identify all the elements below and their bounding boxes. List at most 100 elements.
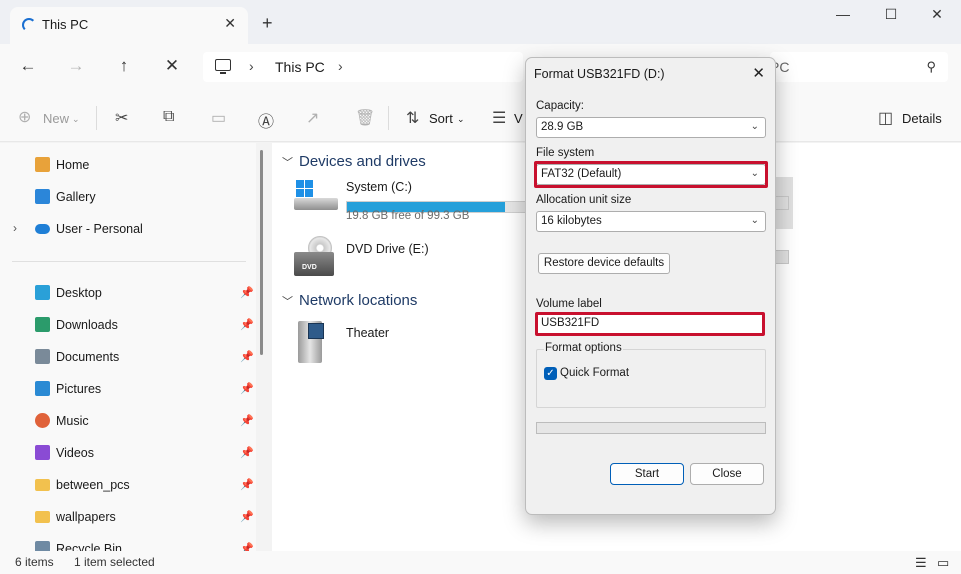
tiles-view-icon[interactable]: ▭ <box>937 555 949 571</box>
drive-free-space: 19.8 GB free of 99.3 GB <box>346 210 470 222</box>
breadcrumb-separator[interactable]: › <box>338 58 343 74</box>
quick-format-checkbox[interactable]: ✓ <box>544 367 557 380</box>
paste-icon[interactable]: ▭ <box>211 108 226 128</box>
nav-item-label: User - Personal <box>56 222 143 236</box>
copy-icon[interactable]: ⧉ <box>163 108 174 126</box>
share-icon[interactable]: ↗ <box>306 108 319 128</box>
address-bar[interactable]: › This PC › <box>203 52 523 82</box>
nav-item-label: Gallery <box>56 190 96 204</box>
nav-item-label: wallpapers <box>56 510 116 524</box>
capacity-select[interactable]: 28.9 GB ⌄ <box>536 117 766 138</box>
view-button[interactable]: V <box>514 111 523 126</box>
capacity-label: Capacity: <box>536 100 584 112</box>
nav-item-user-personal[interactable]: › User - Personal <box>0 215 256 243</box>
dialog-close-icon[interactable]: ✕ <box>752 64 765 82</box>
up-button[interactable]: ↑ <box>111 56 137 76</box>
new-button[interactable]: New <box>43 111 69 126</box>
network-location-name: Theater <box>346 326 390 340</box>
close-button[interactable]: Close <box>690 463 764 485</box>
sort-chevron-icon[interactable]: ⌄ <box>457 114 465 125</box>
nav-item-label: Documents <box>56 350 120 364</box>
stop-button[interactable]: ✕ <box>159 56 185 76</box>
allocation-unit-select[interactable]: 16 kilobytes ⌄ <box>536 211 766 232</box>
nav-item-desktop[interactable]: Desktop 📌 <box>0 279 256 307</box>
nav-item-home[interactable]: Home <box>0 151 256 179</box>
pin-icon[interactable]: 📌 <box>240 318 254 331</box>
restore-defaults-button[interactable]: Restore device defaults <box>538 253 670 274</box>
start-button[interactable]: Start <box>610 463 684 485</box>
breadcrumb-this-pc[interactable]: This PC <box>275 59 325 75</box>
back-button[interactable]: ← <box>15 56 41 76</box>
drive-system-c[interactable]: System (C:) 19.8 GB free of 99.3 GB <box>294 180 546 230</box>
drive-name: System (C:) <box>346 180 412 194</box>
pin-icon[interactable]: 📌 <box>240 542 254 551</box>
videos-icon <box>35 445 50 460</box>
search-icon[interactable]: ⚲ <box>926 59 936 75</box>
download-icon <box>35 317 50 332</box>
drive-dvd-e[interactable]: DVD DVD Drive (E:) <box>294 236 544 282</box>
nav-item-label: Downloads <box>56 318 118 332</box>
item-count: 6 items <box>15 555 54 569</box>
quick-format-label[interactable]: Quick Format <box>560 367 629 379</box>
window-close-button[interactable]: ✕ <box>922 6 952 23</box>
details-icon[interactable]: ◫ <box>878 108 893 128</box>
group-title: Devices and drives <box>299 153 426 170</box>
nav-item-label: Home <box>56 158 90 172</box>
sort-button[interactable]: Sort <box>429 111 453 126</box>
this-pc-icon <box>215 59 231 74</box>
nav-item-wallpapers[interactable]: wallpapers 📌 <box>0 503 256 531</box>
pin-icon[interactable]: 📌 <box>240 414 254 427</box>
pin-icon[interactable]: 📌 <box>240 350 254 363</box>
add-icon[interactable]: ⊕ <box>18 107 31 127</box>
volume-label-label: Volume label <box>536 298 602 310</box>
nav-item-label: Videos <box>56 446 94 460</box>
group-header-devices[interactable]: ﹀ Devices and drives <box>282 153 426 170</box>
hard-drive-icon <box>294 198 338 210</box>
format-dialog: Format USB321FD (D:) ✕ Capacity: 28.9 GB… <box>525 57 776 515</box>
minimize-button[interactable]: — <box>828 6 858 22</box>
nav-scrollbar[interactable] <box>260 150 263 355</box>
nav-item-recycle-bin[interactable]: Recycle Bin 📌 <box>0 535 256 551</box>
network-location-theater[interactable]: Theater <box>294 321 544 367</box>
pin-icon[interactable]: 📌 <box>240 286 254 299</box>
pin-icon[interactable]: 📌 <box>240 510 254 523</box>
details-button[interactable]: Details <box>902 111 942 126</box>
file-system-highlight <box>534 161 768 188</box>
new-tab-button[interactable]: + <box>262 13 273 34</box>
nav-item-between-pcs[interactable]: between_pcs 📌 <box>0 471 256 499</box>
details-view-icon[interactable]: ☰ <box>915 555 927 571</box>
format-progress-bar <box>536 422 766 434</box>
chevron-down-icon: ⌄ <box>750 215 759 226</box>
tab-close-icon[interactable]: ✕ <box>224 15 236 32</box>
nav-item-videos[interactable]: Videos 📌 <box>0 439 256 467</box>
pin-icon[interactable]: 📌 <box>240 446 254 459</box>
search-box[interactable]: PC ⚲ <box>770 52 948 82</box>
tab-this-pc[interactable]: This PC ✕ <box>10 7 248 44</box>
tab-title: This PC <box>42 17 89 32</box>
allocation-unit-value: 16 kilobytes <box>541 215 602 227</box>
expand-chevron-icon[interactable]: › <box>13 221 17 235</box>
collapse-chevron-icon[interactable]: ﹀ <box>282 157 293 169</box>
navigation-pane: Home Gallery › User - Personal Desktop 📌… <box>0 143 256 551</box>
view-icon[interactable]: ☰ <box>492 108 506 128</box>
maximize-button[interactable]: ☐ <box>876 6 906 23</box>
sort-icon[interactable]: ⇅ <box>406 108 419 128</box>
nav-item-music[interactable]: Music 📌 <box>0 407 256 435</box>
rename-icon[interactable]: Ⓐ <box>258 108 274 132</box>
status-bar: 6 items 1 item selected ☰ ▭ <box>0 551 961 574</box>
pin-icon[interactable]: 📌 <box>240 382 254 395</box>
cut-icon[interactable]: ✂ <box>115 108 128 128</box>
new-chevron-icon[interactable]: ⌄ <box>72 114 80 125</box>
nav-item-documents[interactable]: Documents 📌 <box>0 343 256 371</box>
pin-icon[interactable]: 📌 <box>240 478 254 491</box>
group-title: Network locations <box>299 292 418 309</box>
collapse-chevron-icon[interactable]: ﹀ <box>282 296 293 308</box>
nav-item-gallery[interactable]: Gallery <box>0 183 256 211</box>
group-header-network[interactable]: ﹀ Network locations <box>282 292 417 309</box>
nav-item-downloads[interactable]: Downloads 📌 <box>0 311 256 339</box>
allocation-unit-label: Allocation unit size <box>536 194 632 206</box>
breadcrumb-separator: › <box>249 58 254 74</box>
forward-button[interactable]: → <box>63 56 89 76</box>
delete-icon[interactable]: 🗑 <box>355 108 375 128</box>
nav-item-pictures[interactable]: Pictures 📌 <box>0 375 256 403</box>
